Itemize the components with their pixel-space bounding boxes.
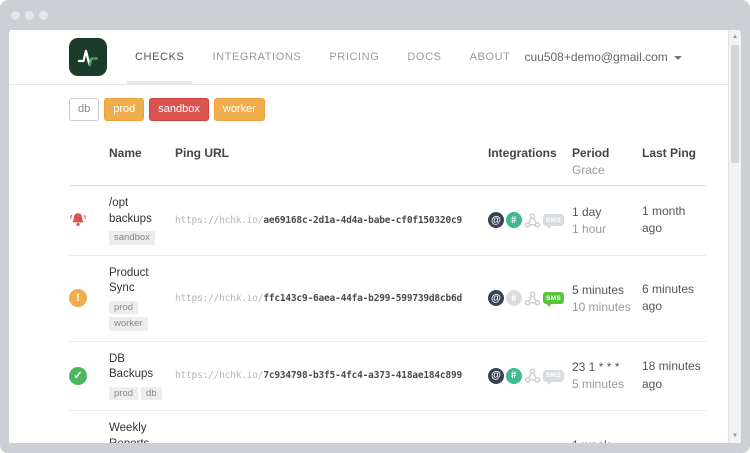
check-name[interactable]: DB Backups (109, 352, 169, 383)
slack-integration-icon[interactable]: # (506, 212, 522, 228)
sms-integration-icon[interactable]: SMS (543, 292, 564, 304)
window-control-dot[interactable] (11, 11, 20, 20)
check-period: 5 minutes (572, 283, 636, 297)
check-tag: worker (109, 317, 148, 331)
slack-integration-icon[interactable]: # (506, 368, 522, 384)
filter-tag-prod[interactable]: prod (104, 98, 144, 121)
scroll-down-icon[interactable]: ▼ (729, 430, 741, 442)
page-content: ▲ ▼ CHECKS INTEGRATIONS PRICING DOCS ABO… (9, 30, 741, 443)
ping-url[interactable]: https://hchk.io/ffc143c9-6aea-44fa-b299-… (175, 293, 482, 304)
check-name[interactable]: /opt backups (109, 196, 169, 227)
scroll-up-icon[interactable]: ▲ (729, 31, 741, 43)
status-ok-icon: ✓ (69, 367, 87, 385)
checks-table: Name Ping URL Integrations Period Grace … (69, 146, 706, 443)
last-ping: 6 minutes ago (642, 281, 706, 316)
header-last-ping: Last Ping (642, 146, 706, 177)
webhook-integration-icon[interactable] (524, 367, 541, 384)
check-grace: 5 minutes (572, 377, 636, 391)
table-row[interactable]: ! Product Sync prod worker https://hchk.… (69, 256, 706, 342)
nav-menu: CHECKS INTEGRATIONS PRICING DOCS ABOUT (121, 30, 524, 85)
check-tag: sandbox (109, 231, 155, 245)
table-row[interactable]: ✓ Weekly Reports prod worker https://hch… (69, 411, 706, 443)
status-warning-icon: ! (69, 289, 87, 307)
header-ping-url: Ping URL (175, 146, 482, 177)
check-period: 1 day (572, 205, 636, 219)
ping-url[interactable]: https://hchk.io/7c934798-b3f5-4fc4-a373-… (175, 370, 482, 381)
check-grace: 1 hour (572, 222, 636, 236)
check-period: 23 1 * * * (572, 360, 636, 374)
nav-item-about[interactable]: ABOUT (456, 30, 525, 85)
filter-tags: db prod sandbox worker (9, 85, 741, 121)
caret-down-icon (674, 56, 682, 60)
browser-window: ▲ ▼ CHECKS INTEGRATIONS PRICING DOCS ABO… (0, 0, 750, 453)
nav-item-docs[interactable]: DOCS (393, 30, 455, 85)
account-email: cuu508+demo@gmail.com (524, 50, 667, 64)
ping-url[interactable]: https://hchk.io/ae69168c-2d1a-4d4a-babe-… (175, 215, 482, 226)
check-tag: prod (109, 301, 138, 315)
sms-integration-icon[interactable]: SMS (543, 370, 564, 382)
filter-tag-db[interactable]: db (69, 98, 99, 121)
header-name: Name (109, 146, 169, 177)
check-grace: 10 minutes (572, 300, 636, 314)
last-ping: 18 minutes ago (642, 358, 706, 393)
webhook-integration-icon[interactable] (524, 212, 541, 229)
webhook-integration-icon[interactable] (524, 290, 541, 307)
header-grace: Grace (572, 163, 636, 177)
check-tag: prod (109, 387, 138, 401)
window-control-dot[interactable] (39, 11, 48, 20)
nav-item-integrations[interactable]: INTEGRATIONS (198, 30, 315, 85)
slack-integration-icon[interactable]: # (506, 290, 522, 306)
last-ping: 1 month ago (642, 203, 706, 238)
scrollbar-thumb[interactable] (731, 45, 739, 163)
account-menu[interactable]: cuu508+demo@gmail.com (524, 50, 711, 64)
scrollbar[interactable]: ▲ ▼ (728, 30, 741, 443)
window-titlebar (0, 0, 750, 30)
header-period: Period Grace (572, 146, 636, 177)
table-row[interactable]: /opt backups sandbox https://hchk.io/ae6… (69, 186, 706, 256)
status-alert-bell-icon (69, 211, 87, 229)
filter-tag-sandbox[interactable]: sandbox (149, 98, 209, 121)
email-integration-icon[interactable]: @ (488, 212, 504, 228)
check-name[interactable]: Weekly Reports (109, 421, 169, 443)
nav-item-checks[interactable]: CHECKS (121, 30, 198, 85)
table-row[interactable]: ✓ DB Backups prod db https://hchk.io/7c9… (69, 342, 706, 412)
header-status (69, 146, 103, 177)
window-control-dot[interactable] (25, 11, 34, 20)
table-header: Name Ping URL Integrations Period Grace … (69, 146, 706, 186)
check-period: 1 week (572, 438, 636, 443)
filter-tag-worker[interactable]: worker (214, 98, 265, 121)
check-name[interactable]: Product Sync (109, 266, 169, 297)
email-integration-icon[interactable]: @ (488, 290, 504, 306)
nav-item-pricing[interactable]: PRICING (315, 30, 393, 85)
healthchecks-logo-icon[interactable] (69, 38, 107, 76)
header-integrations: Integrations (488, 146, 566, 177)
navbar: CHECKS INTEGRATIONS PRICING DOCS ABOUT c… (9, 30, 741, 85)
email-integration-icon[interactable]: @ (488, 368, 504, 384)
check-tag: db (141, 387, 162, 401)
sms-integration-icon[interactable]: SMS (543, 214, 564, 226)
